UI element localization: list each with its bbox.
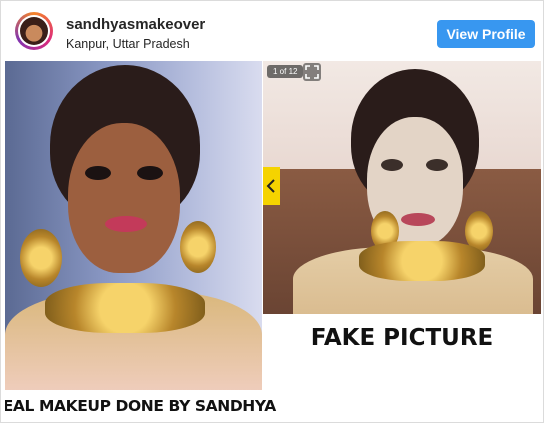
view-profile-button[interactable]: View Profile [437, 20, 535, 48]
lips [105, 216, 147, 232]
expand-icon [305, 65, 319, 79]
right-caption: FAKE PICTURE [310, 324, 494, 351]
left-face [68, 123, 180, 273]
post-header: sandhyasmakeover Kanpur, Uttar Pradesh V… [1, 1, 543, 61]
previous-slide-button[interactable] [263, 167, 280, 205]
right-bride-photo [263, 61, 541, 314]
right-right-eye [426, 159, 448, 171]
avatar-image [20, 17, 48, 45]
instagram-embed-post: sandhyasmakeover Kanpur, Uttar Pradesh V… [0, 0, 544, 423]
username-link[interactable]: sandhyasmakeover [66, 16, 205, 33]
chevron-left-icon [266, 179, 275, 193]
post-media-carousel[interactable]: REAL MAKEUP DONE BY SANDHYA FAKE PICTURE… [5, 61, 541, 421]
right-necklace [359, 241, 485, 281]
left-bride-photo [5, 61, 262, 390]
left-necklace [45, 283, 205, 333]
right-left-eye [381, 159, 403, 171]
location-link[interactable]: Kanpur, Uttar Pradesh [66, 37, 190, 51]
right-eye [137, 166, 163, 180]
left-caption: REAL MAKEUP DONE BY SANDHYA [5, 396, 276, 415]
left-eye [85, 166, 111, 180]
right-lips [401, 213, 435, 226]
profile-avatar[interactable] [15, 12, 53, 50]
right-earring [180, 221, 216, 273]
left-earring [20, 229, 62, 287]
slide-counter: 1 of 12 [267, 65, 304, 78]
expand-button[interactable] [303, 63, 321, 81]
photo-divider [262, 61, 263, 421]
